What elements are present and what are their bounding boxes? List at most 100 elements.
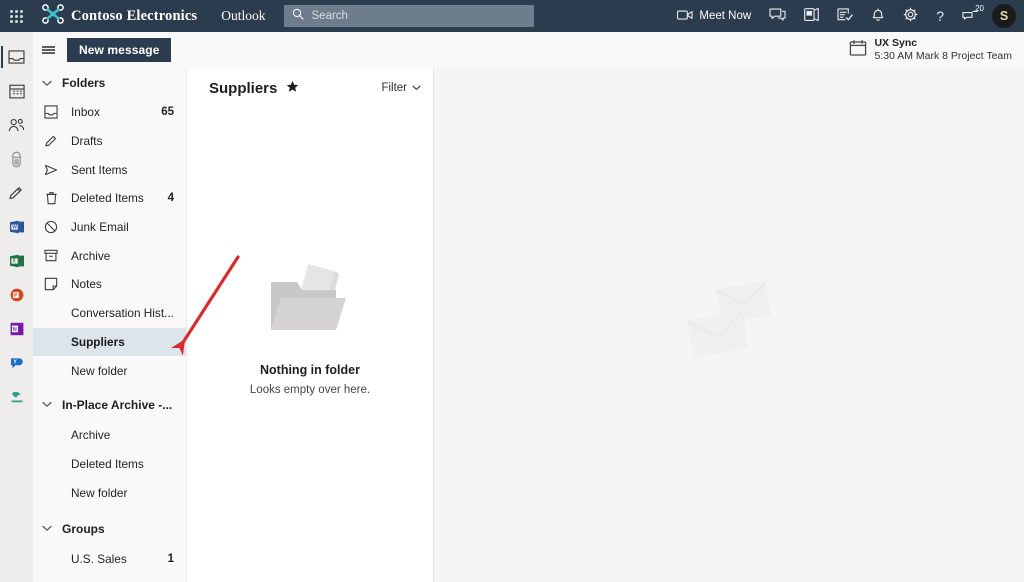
empty-folder-title: Nothing in folder: [260, 363, 360, 377]
feedback-button[interactable]: 20: [953, 0, 988, 32]
rail-item-powerpoint[interactable]: P: [0, 278, 33, 312]
yammer-icon: Y: [10, 358, 23, 369]
command-bar: New message UX Sync 5:30 AM Mark 8 Proje…: [33, 32, 1024, 68]
note-icon: [41, 277, 61, 291]
page-title: Suppliers: [209, 79, 278, 97]
meeting-text: UX Sync 5:30 AM Mark 8 Project Team: [874, 37, 1012, 63]
contoso-logo-icon: [42, 3, 64, 29]
pencil-icon: [41, 134, 61, 148]
gear-icon: [903, 7, 918, 25]
folder-label: Archive: [71, 248, 111, 263]
group-item-us-sales[interactable]: U.S. Sales 1: [33, 544, 186, 574]
svg-text:P: P: [14, 293, 18, 299]
folder-item-archive[interactable]: Archive: [33, 241, 186, 270]
brand[interactable]: Contoso Electronics: [42, 3, 198, 29]
onenote-icon: N: [10, 322, 23, 336]
meet-now-label: Meet Now: [699, 10, 752, 22]
star-filled-icon[interactable]: [286, 80, 299, 96]
outlook-calendar-icon: [804, 7, 820, 25]
folder-label: Junk Email: [71, 220, 129, 235]
rail-item-bookings[interactable]: [0, 380, 33, 414]
folder-item-drafts[interactable]: Drafts: [33, 127, 186, 156]
suite-header: Contoso Electronics Outlook Me: [0, 0, 1024, 32]
svg-text:N: N: [12, 327, 16, 333]
tasks-button[interactable]: [828, 0, 862, 32]
upcoming-meeting-chip[interactable]: UX Sync 5:30 AM Mark 8 Project Team: [849, 37, 1024, 63]
folder-item-notes[interactable]: Notes: [33, 270, 186, 299]
folder-item-conversation-history[interactable]: Conversation Hist...: [33, 299, 186, 328]
teams-chat-icon: [769, 7, 786, 25]
rail-item-calendar[interactable]: [0, 74, 33, 108]
reading-pane-empty-illustration: [684, 280, 779, 367]
chevron-down-icon: [41, 401, 53, 408]
rail-item-mail[interactable]: [0, 40, 33, 74]
outlook-web-app: Contoso Electronics Outlook Me: [0, 0, 1024, 582]
rail-item-people[interactable]: [0, 108, 33, 142]
folder-label: Archive: [71, 427, 111, 442]
empty-folder-subtitle: Looks empty over here.: [249, 384, 371, 396]
meet-now-button[interactable]: Meet Now: [668, 0, 760, 32]
app-launcher-button[interactable]: [0, 0, 32, 32]
help-icon: ?: [936, 8, 944, 24]
chevron-down-icon: [41, 525, 53, 532]
in-place-archive-section-header[interactable]: In-Place Archive -...: [33, 390, 186, 420]
meet-now-icon: [677, 9, 694, 24]
outlook-calendar-button[interactable]: [795, 0, 828, 32]
svg-text:Y: Y: [13, 360, 17, 366]
feedback-badge: 20: [975, 4, 984, 13]
word-icon: W: [9, 220, 24, 234]
groups-section-header[interactable]: Groups: [33, 514, 186, 544]
search-box[interactable]: [283, 5, 534, 27]
folder-count: 65: [161, 106, 174, 119]
empty-folder-illustration-icon: [264, 258, 356, 349]
app-name[interactable]: Outlook: [221, 8, 265, 24]
mail-icon: [8, 50, 25, 64]
avatar[interactable]: S: [992, 4, 1016, 28]
new-message-button[interactable]: New message: [67, 38, 172, 62]
search-input[interactable]: [311, 10, 526, 22]
rail-item-yammer[interactable]: Y: [0, 346, 33, 380]
todo-pencil-icon: [9, 186, 22, 199]
archive-item-archive[interactable]: Archive: [33, 420, 186, 450]
people-icon: [8, 118, 25, 131]
excel-icon: X: [9, 254, 24, 268]
folder-item-new-folder[interactable]: New folder: [33, 356, 186, 385]
chevron-down-icon: [41, 80, 53, 87]
rail-item-files[interactable]: [0, 142, 33, 176]
suite-header-actions: Meet Now ? 20 S: [668, 0, 1024, 32]
toggle-folder-pane-button[interactable]: [33, 32, 63, 68]
settings-button[interactable]: [894, 0, 927, 32]
trash-icon: [41, 191, 61, 205]
message-list-header: Suppliers Filter: [187, 68, 433, 108]
brand-name: Contoso Electronics: [71, 7, 198, 24]
folder-item-sent-items[interactable]: Sent Items: [33, 155, 186, 184]
folder-label: Inbox: [71, 105, 100, 120]
rail-item-todo[interactable]: [0, 176, 33, 210]
folder-item-inbox[interactable]: Inbox 65: [33, 98, 186, 127]
calendar-icon: [849, 39, 867, 62]
bell-icon: [871, 7, 885, 25]
folder-label: Sent Items: [71, 162, 128, 177]
filter-button[interactable]: Filter: [381, 82, 421, 94]
rail-item-excel[interactable]: X: [0, 244, 33, 278]
notifications-button[interactable]: [862, 0, 894, 32]
folder-item-junk-email[interactable]: Junk Email: [33, 213, 186, 242]
archive-item-deleted-items[interactable]: Deleted Items: [33, 450, 186, 479]
folders-section-header[interactable]: Folders: [33, 68, 186, 98]
message-list-pane: Suppliers Filter Nothing in folder Looks…: [186, 68, 434, 582]
bookings-icon: [10, 391, 23, 403]
folder-item-suppliers[interactable]: Suppliers: [33, 327, 186, 357]
send-icon: [41, 163, 61, 177]
folder-pane: Folders Inbox 65 Drafts Sent Items Delet…: [33, 68, 186, 582]
folder-item-deleted-items[interactable]: Deleted Items 4: [33, 184, 186, 213]
help-button[interactable]: ?: [927, 0, 953, 32]
rail-item-word[interactable]: W: [0, 210, 33, 244]
teams-chat-button[interactable]: [760, 0, 795, 32]
archive-item-new-folder[interactable]: New folder: [33, 479, 186, 508]
calendar-icon: [8, 84, 25, 99]
rail-item-onenote[interactable]: N: [0, 312, 33, 346]
groups-section-title: Groups: [62, 521, 105, 536]
block-icon: [41, 220, 61, 234]
folders-section-title: Folders: [62, 76, 106, 90]
folder-count: 4: [167, 192, 174, 205]
